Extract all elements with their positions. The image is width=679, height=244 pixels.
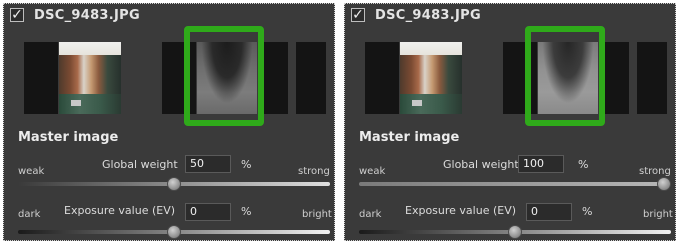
panel-header: ✓ DSC_9483.JPG	[345, 4, 675, 30]
thumbnail-boat	[412, 100, 422, 106]
section-title: Master image	[18, 130, 119, 145]
image-panel-right: ✓ DSC_9483.JPG Master image weak Global …	[344, 3, 676, 241]
global-weight-label: Global weight	[443, 158, 519, 171]
thumbnail-slot[interactable]	[296, 42, 326, 114]
selection-highlight	[525, 26, 605, 126]
thumbnail-water	[59, 94, 121, 114]
panel-header: ✓ DSC_9483.JPG	[4, 4, 334, 30]
image-panel-left: ✓ DSC_9483.JPG Master image weak Global …	[3, 3, 335, 241]
exposure-unit: %	[582, 205, 593, 218]
thumbnail-boat	[71, 100, 81, 106]
thumbnail-slot[interactable]	[365, 42, 399, 114]
include-checkbox[interactable]: ✓	[351, 8, 365, 22]
global-weight-input[interactable]: 50	[185, 155, 231, 173]
exposure-input[interactable]: 0	[526, 203, 572, 221]
strong-label: strong	[639, 166, 671, 177]
thumbnail-venice[interactable]	[400, 42, 462, 114]
global-weight-input[interactable]: 100	[518, 155, 564, 173]
strong-label: strong	[298, 166, 330, 177]
global-weight-slider-handle[interactable]	[167, 177, 181, 191]
file-name: DSC_9483.JPG	[375, 8, 481, 23]
exposure-slider-handle[interactable]	[508, 225, 522, 239]
file-name: DSC_9483.JPG	[34, 8, 140, 23]
exposure-label: Exposure value (EV)	[64, 204, 176, 217]
include-checkbox[interactable]: ✓	[10, 8, 24, 22]
bright-label: bright	[302, 209, 332, 220]
thumbnail-venice[interactable]	[59, 42, 121, 114]
dark-label: dark	[359, 209, 382, 220]
global-weight-slider-handle[interactable]	[657, 177, 671, 191]
exposure-input[interactable]: 0	[185, 203, 231, 221]
global-weight-unit: %	[578, 158, 589, 171]
weak-label: weak	[18, 166, 45, 177]
bright-label: bright	[643, 209, 673, 220]
global-weight-label: Global weight	[102, 158, 178, 171]
thumbnail-water	[400, 94, 462, 114]
global-weight-slider-track[interactable]	[359, 182, 671, 186]
thumbnail-slot[interactable]	[24, 42, 58, 114]
exposure-slider-handle[interactable]	[167, 225, 181, 239]
thumbnail-slot[interactable]	[637, 42, 667, 114]
exposure-label: Exposure value (EV)	[405, 204, 517, 217]
global-weight-unit: %	[241, 158, 252, 171]
weak-label: weak	[359, 166, 386, 177]
selection-highlight	[184, 26, 264, 126]
dark-label: dark	[18, 209, 41, 220]
section-title: Master image	[359, 130, 460, 145]
comparison-root: ✓ DSC_9483.JPG Master image weak Global …	[0, 0, 679, 244]
exposure-unit: %	[241, 205, 252, 218]
